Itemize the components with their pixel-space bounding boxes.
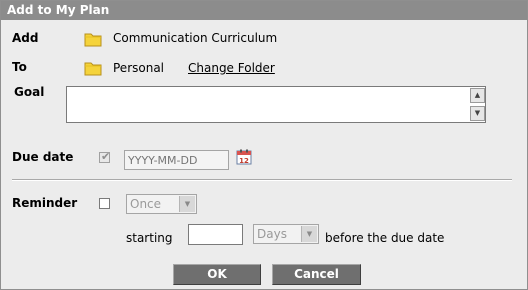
goal-label: Goal (14, 85, 45, 99)
add-label: Add (12, 31, 39, 45)
scroll-down-arrow-icon[interactable]: ▼ (470, 106, 485, 121)
reminder-unit-value: Days (257, 227, 287, 241)
reminder-checkbox[interactable] (99, 198, 110, 209)
chevron-down-icon: ▼ (179, 196, 195, 212)
to-label: To (12, 60, 27, 74)
calendar-day-number: 12 (239, 157, 249, 165)
add-to-plan-dialog: Add to My Plan Add Communication Curricu… (0, 0, 528, 290)
reminder-offset-input[interactable] (188, 224, 243, 245)
section-divider (12, 179, 512, 181)
ok-button[interactable]: OK (173, 264, 261, 285)
reminder-label: Reminder (12, 196, 78, 210)
starting-label: starting (126, 231, 173, 245)
goal-textarea[interactable] (66, 86, 486, 123)
calendar-icon[interactable]: 12 (236, 149, 252, 165)
goal-scrollbar[interactable]: ▲ ▼ (470, 88, 485, 121)
cancel-button[interactable]: Cancel (272, 264, 361, 285)
target-folder-name: Personal (113, 61, 165, 75)
before-due-date-text: before the due date (325, 231, 445, 245)
reminder-frequency-select[interactable]: Once ▼ (126, 194, 197, 214)
reminder-unit-select[interactable]: Days ▼ (253, 224, 319, 244)
dialog-title: Add to My Plan (1, 1, 527, 20)
reminder-frequency-value: Once (130, 197, 162, 211)
due-date-label: Due date (12, 150, 74, 164)
chevron-down-icon: ▼ (301, 226, 317, 242)
due-date-input[interactable] (124, 150, 229, 170)
folder-icon (84, 33, 102, 47)
folder-icon (84, 62, 102, 76)
scroll-up-arrow-icon[interactable]: ▲ (470, 88, 485, 103)
checkmark-icon: ✔ (101, 150, 111, 163)
due-date-checkbox[interactable]: ✔ (99, 150, 111, 163)
change-folder-link[interactable]: Change Folder (188, 61, 275, 75)
add-item-name: Communication Curriculum (113, 31, 278, 45)
